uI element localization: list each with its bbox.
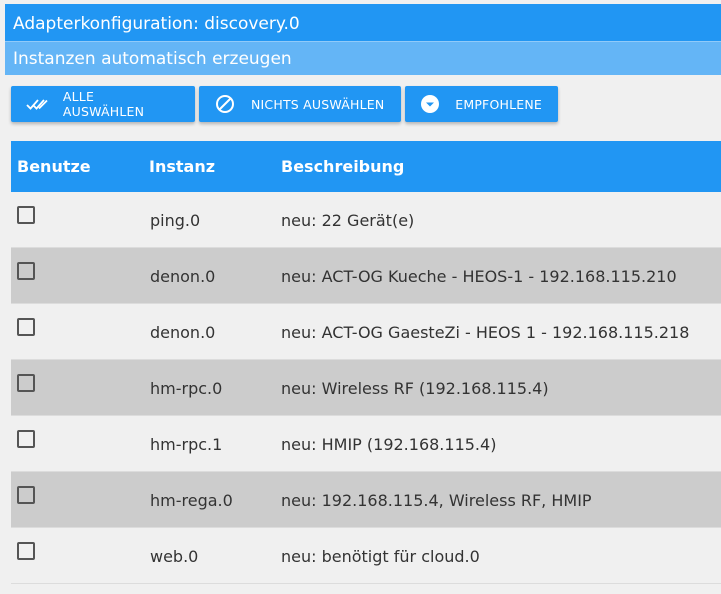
row-description: neu: HMIP (192.168.115.4) [281, 434, 497, 454]
row-instance: hm-rpc.0 [150, 378, 223, 398]
row-instance: denon.0 [150, 322, 216, 342]
row-instance: ping.0 [150, 210, 201, 230]
table-row: hm-rpc.1 neu: HMIP (192.168.115.4) [11, 416, 721, 472]
table-row: denon.0 neu: ACT-OG Kueche - HEOS-1 - 19… [11, 248, 721, 304]
dropdown-circle-icon [419, 92, 441, 116]
select-all-label: ALLE AUSWÄHLEN [62, 89, 145, 119]
header-use: Benutze [17, 157, 91, 176]
row-checkbox[interactable] [17, 261, 35, 280]
select-all-button[interactable]: ALLE AUSWÄHLEN [11, 86, 195, 122]
double-check-icon [25, 92, 49, 116]
table-row: hm-rega.0 neu: 192.168.115.4, Wireless R… [11, 472, 721, 528]
row-instance: web.0 [150, 546, 199, 566]
row-checkbox[interactable] [17, 317, 35, 336]
select-none-label: NICHTS AUSWÄHLEN [251, 96, 385, 112]
header-instance: Instanz [149, 157, 216, 176]
toolbar: ALLE AUSWÄHLEN NICHTS AUSWÄHLEN EMPFOHLE… [11, 86, 558, 122]
table-row: hm-rpc.0 neu: Wireless RF (192.168.115.4… [11, 360, 721, 416]
recommended-button[interactable]: EMPFOHLENE [405, 86, 558, 122]
row-description: neu: ACT-OG GaesteZi - HEOS 1 - 192.168.… [281, 322, 690, 342]
window-title: Adapterkonfiguration: discovery.0 [5, 4, 721, 41]
row-description: neu: benötigt für cloud.0 [281, 546, 480, 566]
block-icon [213, 92, 237, 116]
row-checkbox[interactable] [17, 373, 35, 392]
row-instance: denon.0 [150, 266, 216, 286]
header-description: Beschreibung [281, 157, 405, 176]
table-header: Benutze Instanz Beschreibung [11, 141, 721, 192]
table-row: ping.0 neu: 22 Gerät(e) [11, 192, 721, 248]
row-instance: hm-rpc.1 [150, 434, 223, 454]
row-description: neu: ACT-OG Kueche - HEOS-1 - 192.168.11… [281, 266, 677, 286]
row-description: neu: 192.168.115.4, Wireless RF, HMIP [281, 490, 592, 510]
row-checkbox[interactable] [17, 429, 35, 448]
select-none-button[interactable]: NICHTS AUSWÄHLEN [199, 86, 401, 122]
recommended-label: EMPFOHLENE [455, 96, 542, 112]
window-subtitle: Instanzen automatisch erzeugen [5, 41, 721, 75]
table-row: web.0 neu: benötigt für cloud.0 [11, 528, 721, 584]
table-row: denon.0 neu: ACT-OG GaesteZi - HEOS 1 - … [11, 304, 721, 360]
row-description: neu: 22 Gerät(e) [281, 210, 415, 230]
row-checkbox[interactable] [17, 205, 35, 224]
row-checkbox[interactable] [17, 541, 35, 560]
instances-table: Benutze Instanz Beschreibung ping.0 neu:… [11, 141, 721, 584]
row-checkbox[interactable] [17, 485, 35, 504]
row-instance: hm-rega.0 [150, 490, 233, 510]
row-description: neu: Wireless RF (192.168.115.4) [281, 378, 549, 398]
